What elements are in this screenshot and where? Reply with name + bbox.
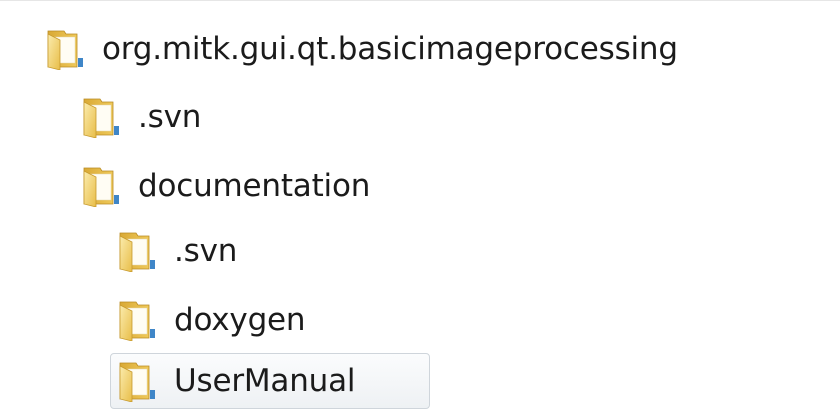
tree-item-documentation[interactable]: documentation (80, 158, 500, 214)
tree-item-documentation-svn[interactable]: .svn (116, 223, 316, 279)
folder-tree: org.mitk.gui.qt.basicimageprocessing .sv… (0, 0, 840, 414)
tree-item-doxygen[interactable]: doxygen (116, 292, 416, 348)
folder-icon (44, 28, 86, 70)
folder-icon (116, 230, 158, 272)
tree-item-label: documentation (138, 167, 371, 204)
tree-item-label: .svn (138, 98, 202, 135)
folder-icon (80, 165, 122, 207)
tree-item-svn[interactable]: .svn (80, 89, 280, 145)
tree-item-label: doxygen (174, 301, 306, 338)
tree-item-label: org.mitk.gui.qt.basicimageprocessing (102, 30, 678, 67)
tree-item-org-mitk-gui-qt-basicimageprocessing[interactable]: org.mitk.gui.qt.basicimageprocessing (44, 21, 840, 77)
folder-icon (80, 96, 122, 138)
folder-icon (116, 360, 158, 402)
tree-item-label: .svn (174, 232, 238, 269)
tree-item-label: UserManual (174, 362, 356, 399)
folder-icon (116, 299, 158, 341)
tree-item-usermanual[interactable]: UserManual (110, 353, 430, 409)
